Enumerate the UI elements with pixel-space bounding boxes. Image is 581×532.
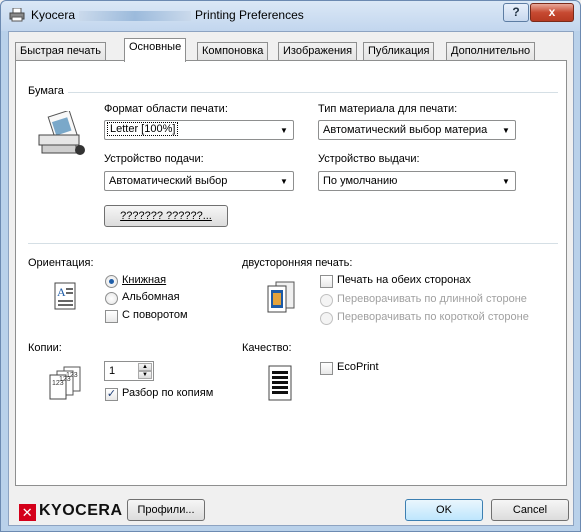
paper-group-line [68, 92, 558, 93]
tab-basic[interactable]: Основные [124, 38, 187, 62]
printing-preferences-window: Kyocera Printing Preferences ? x Быстрая … [0, 0, 581, 532]
duplex-both-sides-label[interactable]: Печать на обеих сторонах [337, 274, 471, 286]
window-title: Kyocera Printing Preferences [31, 8, 304, 22]
copies-label: Копии: [28, 342, 62, 354]
svg-text:A: A [57, 285, 66, 299]
kyocera-mark-icon: ✕ [19, 504, 36, 521]
spin-up-icon[interactable]: ▲ [138, 363, 152, 371]
portrait-radio[interactable] [105, 275, 118, 288]
chevron-down-icon: ▼ [502, 177, 510, 186]
short-edge-label[interactable]: Переворачивать по короткой стороне [337, 311, 529, 323]
paper-group-label: Бумага [28, 85, 64, 97]
tab-publishing[interactable]: Публикация [363, 42, 435, 61]
window-title-left: Kyocera [31, 8, 76, 22]
landscape-label[interactable]: Альбомная [122, 291, 180, 303]
landscape-radio[interactable] [105, 292, 118, 305]
chevron-down-icon: ▼ [502, 126, 510, 135]
print-size-value: Letter [100%] [106, 122, 179, 136]
cancel-button[interactable]: Cancel [491, 499, 569, 521]
paper-size-icon [38, 111, 85, 155]
print-size-label: Формат области печати: [104, 103, 228, 115]
title-bar: Kyocera Printing Preferences ? x [1, 1, 580, 31]
output-label: Устройство выдачи: [318, 153, 420, 165]
short-edge-radio[interactable] [320, 312, 333, 325]
section-divider [28, 243, 558, 244]
output-select[interactable]: По умолчанию ▼ [318, 171, 516, 191]
window-title-right: Printing Preferences [195, 8, 304, 22]
duplex-checkbox[interactable] [320, 275, 333, 288]
title-redacted-bar [79, 10, 192, 21]
chevron-down-icon: ▼ [280, 126, 288, 135]
orientation-label: Ориентация: [28, 257, 94, 269]
rotate-label[interactable]: С поворотом [122, 309, 188, 321]
source-label: Устройство подачи: [104, 153, 204, 165]
copies-icon: 123 123 123 [49, 366, 81, 400]
spin-down-icon[interactable]: ▼ [138, 371, 152, 379]
duplex-label: двусторонняя печать: [242, 257, 353, 269]
output-value: По умолчанию [323, 175, 398, 187]
ecoprint-label[interactable]: EcoPrint [337, 361, 379, 373]
long-edge-radio[interactable] [320, 294, 333, 307]
collate-label[interactable]: Разбор по копиям [122, 387, 213, 399]
copies-spinner[interactable]: 1 ▲ ▼ [104, 361, 154, 381]
brand-name: KYOCERA [39, 502, 123, 519]
source-value: Автоматический выбор [109, 175, 228, 187]
duplex-icon [267, 281, 295, 313]
svg-text:123: 123 [52, 380, 64, 387]
source-select[interactable]: Автоматический выбор ▼ [104, 171, 294, 191]
kyocera-logo: ✕ KYOCERA [19, 502, 123, 521]
portrait-orientation-icon: A [54, 282, 76, 310]
tab-layout[interactable]: Компоновка [197, 42, 269, 61]
dialog-client: Быстрая печать Основные Компоновка Изобр… [8, 31, 574, 526]
print-size-select[interactable]: Letter [100%] ▼ [104, 120, 294, 140]
tab-quick-print[interactable]: Быстрая печать [15, 42, 106, 61]
quality-icon [268, 365, 292, 401]
media-type-label: Тип материала для печати: [318, 103, 458, 115]
ecoprint-checkbox[interactable] [320, 362, 333, 375]
ok-button[interactable]: OK [405, 499, 483, 521]
portrait-label[interactable]: Книжная [122, 274, 166, 286]
copies-value: 1 [109, 365, 116, 377]
tab-imaging[interactable]: Изображения [278, 42, 358, 61]
basic-tab-panel: Бумага Формат области печати: Letter [10… [15, 60, 567, 486]
media-type-value: Автоматический выбор материа [323, 124, 488, 136]
printer-icon [9, 8, 25, 22]
chevron-down-icon: ▼ [280, 177, 288, 186]
paper-settings-button[interactable]: ??????? ??????... [104, 205, 228, 227]
rotate-checkbox[interactable] [105, 310, 118, 323]
help-button[interactable]: ? [503, 3, 529, 22]
close-button[interactable]: x [530, 3, 574, 22]
collate-checkbox[interactable]: ✓ [105, 388, 118, 401]
media-type-select[interactable]: Автоматический выбор материа ▼ [318, 120, 516, 140]
profiles-button[interactable]: Профили... [127, 499, 205, 521]
long-edge-label[interactable]: Переворачивать по длинной стороне [337, 293, 527, 305]
tab-advanced[interactable]: Дополнительно [446, 42, 536, 61]
quality-label: Качество: [242, 342, 292, 354]
